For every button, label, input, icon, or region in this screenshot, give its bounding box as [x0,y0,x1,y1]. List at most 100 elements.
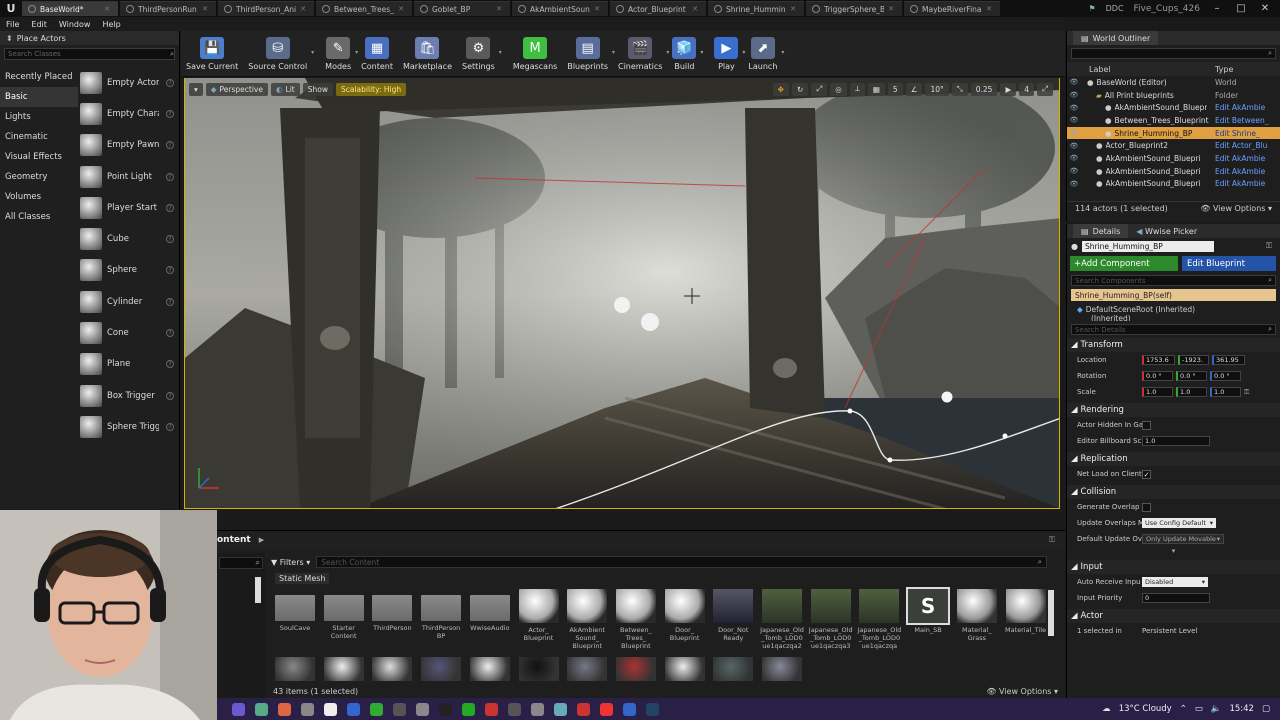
asset-tile[interactable]: Japanese_Old _Tomb_LOD0 ue1qaczqa2 [759,589,805,650]
actor-item[interactable]: Empty Actor? [80,67,180,98]
viewport-options-dropdown[interactable]: ▾ [189,82,203,96]
tab-5[interactable]: AkAmbientSound_ ✕ [512,1,608,16]
lock-icon[interactable]: ⚿ [1266,241,1272,251]
location-x[interactable]: 1753.6 [1142,355,1175,365]
scale-z[interactable]: 1.0 [1210,387,1241,397]
rotation-snap-value[interactable]: 10° [925,82,949,96]
details-tab[interactable]: ▤ Details [1073,224,1129,238]
tab-close-icon[interactable]: ✕ [202,5,208,13]
taskbar-app-icon[interactable] [232,702,245,716]
actor-item[interactable]: Cube? [80,223,180,254]
actor-item[interactable]: Cone? [80,317,180,348]
toolbar-blueprints-button[interactable]: ▤ Blueprints ▾ [562,37,615,71]
content-view-options[interactable]: 👁 View Options ▾ [986,687,1058,696]
taskbar-app-icon[interactable] [508,702,521,716]
scale-lock-icon[interactable]: ⚿ [1244,388,1249,397]
actor-item[interactable]: Point Light? [80,161,180,192]
asset-tile[interactable]: Between_ Trees_ Blueprint [613,589,659,650]
outliner-row-type[interactable]: Edit AkAmbie [1215,103,1275,112]
tab-close-icon[interactable]: ✕ [790,5,796,13]
toolbar-marketplace-button[interactable]: 🛍 Marketplace [398,37,457,71]
taskbar-app-icon[interactable] [439,702,452,716]
rotation-x[interactable]: 0.0 ° [1142,371,1173,381]
sources-scrollbar[interactable] [255,577,261,603]
asset-tile[interactable]: AkAmbient Sound_ Blueprint [564,589,610,650]
toolbar-cinematics-button[interactable]: 🎬 Cinematics ▾ [613,37,669,71]
class-search-input[interactable]: Search Classes ⌕ [4,48,175,60]
actor-item[interactable]: Empty Chara? [80,98,180,129]
help-icon[interactable]: ? [166,360,174,369]
outliner-row-type[interactable]: Edit AkAmbie [1215,154,1275,163]
tab-8[interactable]: TriggerSphere_Blu ✕ [806,1,902,16]
asset-tile[interactable] [467,657,513,684]
tab-7[interactable]: Shrine_Humming_E ✕ [708,1,804,16]
network-icon[interactable]: ▭ [1195,704,1203,714]
tab-close-icon[interactable]: ✕ [986,5,992,13]
asset-tile[interactable]: Starter Content [321,589,367,640]
help-icon[interactable]: ? [166,172,174,181]
taskbar-app-icon[interactable] [646,702,659,716]
generate-overlap-checkbox[interactable] [1142,502,1151,512]
category-3[interactable]: Cinematic [0,127,78,147]
component-self[interactable]: Shrine_Humming_BP(self) [1071,289,1276,301]
outliner-row[interactable]: 👁 ● AkAmbientSound_Bluepri Edit AkAmbie [1067,152,1280,165]
chevron-down-icon[interactable]: ▾ [700,49,703,56]
asset-tile[interactable]: Door_ Blueprint [662,589,708,642]
toolbar-megascans-button[interactable]: M Megascans [508,37,563,71]
visibility-eye-icon[interactable]: 👁 [1067,142,1081,150]
tab-0[interactable]: BaseWorld* ✕ [22,1,118,16]
visibility-eye-icon[interactable]: 👁 [1067,78,1081,86]
menu-help[interactable]: Help [102,20,120,29]
asset-tile[interactable]: ThirdPerson BP [418,589,464,640]
lit-button[interactable]: ◐ Lit [270,82,300,96]
scale-y[interactable]: 1.0 [1176,387,1207,397]
advanced-expand-icon[interactable]: ▾ [1067,547,1280,557]
tab-close-icon[interactable]: ✕ [300,5,306,13]
taskbar-app-icon[interactable] [623,702,636,716]
asset-tile[interactable] [272,657,318,684]
scale-snap-icon[interactable]: ⤡ [951,82,968,96]
camera-speed-value[interactable]: 4 [1019,82,1034,96]
help-icon[interactable]: ? [166,109,174,118]
asset-tile[interactable]: Material_Tile [1003,589,1049,634]
tab-close-icon[interactable]: ✕ [398,5,404,13]
category-6[interactable]: Volumes [0,187,78,207]
toolbar-launch-button[interactable]: ⬈ Launch ▾ [743,37,784,71]
toolbar-build-button[interactable]: 🧊 Build ▾ [667,37,703,71]
actor-item[interactable]: Sphere? [80,255,180,286]
place-actors-tab[interactable]: ⬍ Place Actors [0,31,179,45]
tab-close-icon[interactable]: ✕ [104,5,110,13]
asset-tile[interactable] [321,657,367,684]
asset-tile[interactable]: Japanese_Old _Tomb_LOD0 ue1qaczqa3 [808,589,854,650]
actor-hidden-checkbox[interactable] [1142,420,1151,430]
flag-icon[interactable]: ⚑ [1088,4,1095,13]
asset-tile[interactable]: WwiseAudio [467,589,513,632]
taskbar-app-icon[interactable] [554,702,567,716]
scale-tool-icon[interactable]: ⤢ [811,82,828,96]
outliner-row-type[interactable]: Edit Between_ [1215,116,1275,125]
speaker-icon[interactable]: 🔈 [1211,704,1222,714]
content-browser-tab[interactable]: ontent ▶ [217,531,1065,549]
filter-chip-static-mesh[interactable]: Static Mesh [275,573,330,584]
outliner-row-type[interactable]: Edit AkAmbie [1215,179,1275,188]
actor-item[interactable]: Cylinder? [80,286,180,317]
chevron-down-icon[interactable]: ▾ [499,49,502,56]
asset-tile[interactable]: Material_ Grass [954,589,1000,642]
visibility-eye-icon[interactable]: 👁 [1067,104,1081,112]
toolbar-modes-button[interactable]: ✎ Modes ▾ [320,37,358,71]
category-1[interactable]: Basic [0,87,78,107]
outliner-view-options[interactable]: 👁 View Options ▾ [1200,204,1272,213]
help-icon[interactable]: ? [166,329,174,338]
asset-tile[interactable]: Japanese_Old _Tomb_LOD0 ue1qaczqa [856,589,902,650]
help-icon[interactable]: ? [166,422,174,431]
sources-search-input[interactable]: ⌕ [219,557,263,569]
category-7[interactable]: All Classes [0,207,78,227]
outliner-row[interactable]: 👁 ▰ All Print blueprints Folder [1067,89,1280,102]
section-replication[interactable]: ◢ Replication [1067,452,1280,466]
show-button[interactable]: Show [302,82,333,96]
toolbar-settings-button[interactable]: ⚙ Settings ▾ [457,37,502,71]
taskbar-app-icon[interactable] [531,702,544,716]
asset-tile[interactable] [564,657,610,684]
outliner-row-type[interactable]: Edit AkAmbie [1215,167,1275,176]
taskbar-app-icon[interactable] [278,702,291,716]
